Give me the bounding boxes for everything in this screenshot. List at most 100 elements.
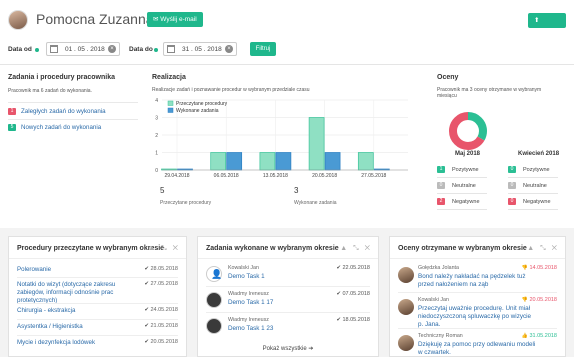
grade-date: 👎 20.05.2018 bbox=[522, 297, 557, 303]
y-tick-label: 3 bbox=[155, 116, 158, 122]
divider bbox=[17, 319, 178, 320]
grade-user: Gołędzka Jolanta bbox=[418, 265, 459, 271]
procedure-date-value: 27.05.2018 bbox=[150, 281, 178, 287]
completed-tasks-label: Wykonane zadania bbox=[294, 200, 337, 206]
grade-row: 1 Pozytywne bbox=[437, 166, 479, 173]
grade-row: 0 Neutralne bbox=[508, 182, 547, 189]
task-user: Wiadmy Ireneusz bbox=[228, 291, 269, 297]
procedure-date-value: 20.05.2018 bbox=[150, 339, 178, 345]
divider bbox=[437, 193, 487, 194]
procedure-link[interactable]: Chirurgia - ekstrakcja bbox=[17, 307, 137, 315]
procedure-date: ✔ 28.05.2018 bbox=[144, 266, 178, 272]
received-grades-card: Oceny otrzymane w wybranym okresie ▲ ⤡ ✕… bbox=[389, 236, 566, 357]
procedure-date-value: 24.05.2018 bbox=[150, 307, 178, 313]
user-avatar bbox=[398, 335, 414, 351]
divider bbox=[508, 193, 558, 194]
grade-count-badge: 0 bbox=[508, 182, 516, 189]
divider bbox=[508, 177, 558, 178]
new-tasks-link[interactable]: 5 Nowych zadań do wykonania bbox=[8, 124, 101, 131]
grade-user: Techniczny Roman bbox=[418, 333, 463, 339]
chart-bar-1 bbox=[275, 152, 292, 171]
procedure-date: ✔ 20.05.2018 bbox=[144, 339, 178, 345]
chart-bar-1 bbox=[324, 152, 341, 171]
task-link[interactable]: Demo Task 1 23 bbox=[228, 325, 273, 332]
divider bbox=[398, 328, 557, 329]
procedure-link[interactable]: Asystentka / Higienistka bbox=[17, 323, 137, 331]
procedure-link[interactable]: Notatki do wizyt (dotyczące zakresu zabi… bbox=[17, 281, 139, 305]
filter-button[interactable]: Filtruj bbox=[250, 42, 276, 56]
procedure-date: ✔ 27.05.2018 bbox=[144, 281, 178, 287]
grade-comment[interactable]: Bond należy nakładać na pędzelek tuż prz… bbox=[418, 273, 538, 289]
arrow-up-icon: ⬆ bbox=[534, 17, 540, 24]
procedure-date: ✔ 24.05.2018 bbox=[144, 307, 178, 313]
task-date: ✔ 22.05.2018 bbox=[336, 265, 370, 271]
date-to-input[interactable]: 31 . 05 . 2018 × bbox=[163, 42, 237, 56]
grade-label: Pozytywne bbox=[452, 166, 479, 173]
procedure-link[interactable]: Mycie i dezynfekcja lodówek bbox=[17, 339, 137, 347]
divider bbox=[17, 277, 178, 278]
task-link[interactable]: Demo Task 1 17 bbox=[228, 299, 273, 306]
task-link[interactable]: Demo Task 1 bbox=[228, 273, 265, 280]
read-procedures-label: Przeczytane procedury bbox=[160, 200, 212, 206]
grade-user: Kowalski Jan bbox=[418, 297, 449, 303]
date-from-label: Data od bbox=[8, 46, 32, 53]
divider bbox=[0, 64, 574, 65]
divider bbox=[206, 286, 370, 287]
calendar-icon bbox=[167, 45, 175, 53]
legend-swatch bbox=[167, 100, 174, 106]
completed-tasks-card: Zadania wykonane w wybranym okresie ▲ ⤡ … bbox=[197, 236, 379, 357]
card-controls-icons[interactable]: ▲ ⤡ ✕ bbox=[148, 245, 180, 253]
card-controls-icons[interactable]: ▲ ⤡ ✕ bbox=[340, 245, 372, 253]
y-tick-label: 0 bbox=[155, 168, 158, 174]
legend-label: Wykonane zadania bbox=[176, 108, 219, 114]
grade-count-badge: 0 bbox=[437, 182, 445, 189]
grade-row: 0 Negatywne bbox=[508, 198, 551, 205]
procedures-card: Procedury przeczytane w wybranym okresie… bbox=[8, 236, 187, 357]
task-date-value: 07.05.2018 bbox=[342, 291, 370, 297]
y-tick-label: 4 bbox=[155, 98, 158, 104]
y-tick-label: 1 bbox=[155, 151, 158, 157]
grade-comment[interactable]: Przeczytaj uważnie procedurę. Unit miał … bbox=[418, 305, 538, 329]
overdue-tasks-link[interactable]: 1 Zaległych zadań do wykonania bbox=[8, 108, 106, 115]
grade-date-value: 20.05.2018 bbox=[529, 297, 557, 303]
grade-date: 👍 31.05.2018 bbox=[522, 333, 557, 339]
x-tick-label: 06.05.2018 bbox=[214, 173, 239, 179]
x-tick-label: 29.04.2018 bbox=[164, 173, 189, 179]
date-from-input[interactable]: 01 . 05 . 2018 × bbox=[46, 42, 120, 56]
calendar-icon bbox=[50, 45, 58, 53]
y-tick-label: 2 bbox=[155, 133, 158, 139]
procedure-date-value: 28.05.2018 bbox=[150, 266, 178, 272]
employee-name: Pomocna Zuzanna bbox=[36, 11, 154, 27]
card-controls-icons[interactable]: ▲ ⤡ ✕ bbox=[527, 245, 559, 253]
back-button[interactable]: ⬆ Powrót bbox=[528, 13, 566, 39]
grade-date: 👎 14.05.2018 bbox=[522, 265, 557, 271]
divider bbox=[508, 209, 558, 210]
envelope-icon: ✉ bbox=[153, 16, 159, 23]
grade-label: Neutralne bbox=[523, 182, 547, 189]
procedure-date: ✔ 21.05.2018 bbox=[144, 323, 178, 329]
grade-row: 0 Neutralne bbox=[437, 182, 476, 189]
required-dot-icon bbox=[35, 48, 39, 52]
grades-subtitle: Pracownik ma 3 oceny otrzymane w wybrany… bbox=[437, 87, 542, 99]
task-user: Kowalski Jan bbox=[228, 265, 259, 271]
clear-icon[interactable]: × bbox=[108, 45, 116, 53]
user-placeholder-icon: 👤 bbox=[211, 269, 223, 279]
grade-comment[interactable]: Dziękuję za pomoc przy odlewaniu modeli … bbox=[418, 341, 538, 356]
realization-chart: 0 1 2 3 4 29.04.2018 06.05.2018 13.05.2018 20.05… bbox=[155, 98, 408, 179]
date-to-label: Data do bbox=[129, 46, 153, 53]
x-tick-label: 20.05.2018 bbox=[312, 173, 337, 179]
user-avatar bbox=[206, 318, 222, 334]
task-date-value: 18.05.2018 bbox=[342, 317, 370, 323]
procedure-link[interactable]: Polerowanie bbox=[17, 266, 137, 274]
realization-subtitle: Realizacje zadań i poznawanie procedur w… bbox=[152, 87, 310, 93]
send-email-button[interactable]: ✉ Wyślij e-mail bbox=[147, 12, 203, 27]
employee-summary-panel: Pomocna Zuzanna ✉ Wyślij e-mail ⬆ Powrót… bbox=[0, 0, 574, 228]
task-date: ✔ 07.05.2018 bbox=[336, 291, 370, 297]
user-avatar: 👤 bbox=[206, 266, 222, 282]
completed-tasks-card-title: Zadania wykonane w wybranym okresie bbox=[206, 245, 339, 252]
clear-icon[interactable]: × bbox=[225, 45, 233, 53]
user-avatar bbox=[206, 292, 222, 308]
grade-count-badge: 1 bbox=[437, 166, 445, 173]
received-grades-card-title: Oceny otrzymane w wybranym okresie bbox=[398, 245, 527, 252]
show-all-link[interactable]: Pokaż wszystkie ➔ bbox=[198, 345, 378, 352]
